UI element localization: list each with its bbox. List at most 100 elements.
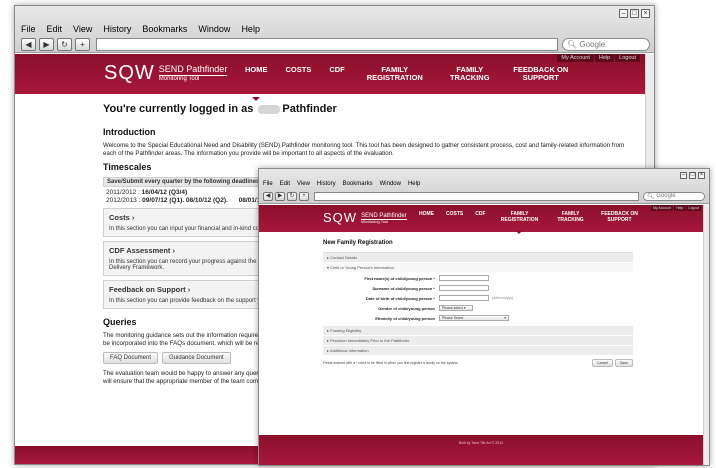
browser-window-registration: – □ × File Edit View History Bookmarks W…: [258, 168, 710, 466]
section-child-information[interactable]: ▾ Child or Young Person's Information: [323, 263, 633, 273]
search-input[interactable]: 🔍︎ Google: [562, 37, 650, 51]
section-label: Provision Immediately Prior to the Pathf…: [330, 338, 410, 343]
nav-costs[interactable]: COSTS: [286, 65, 312, 83]
back-icon[interactable]: ◀: [263, 191, 273, 201]
gender-select[interactable]: Please select ▾: [439, 305, 473, 311]
close-icon[interactable]: ×: [698, 172, 705, 179]
site-logo[interactable]: SQW SEND Pathfinder Monitoring Tool: [323, 211, 407, 224]
close-icon[interactable]: ×: [641, 9, 650, 18]
scrollbar[interactable]: [703, 205, 709, 465]
cancel-button[interactable]: Cancel: [592, 359, 614, 367]
ethnicity-select[interactable]: Please Select ▾: [439, 315, 509, 321]
account-links: My Account Help Logout: [557, 54, 640, 62]
nav-family-tracking[interactable]: FAMILY TRACKING: [445, 65, 495, 83]
maximize-icon[interactable]: □: [630, 9, 639, 18]
registration-form: ▸ Contact Details ▾ Child or Young Perso…: [323, 252, 633, 367]
help-link[interactable]: Help: [594, 54, 615, 62]
logo-tagline: Monitoring Tool: [361, 219, 407, 224]
reload-icon[interactable]: ↻: [287, 191, 297, 201]
menu-history[interactable]: History: [103, 24, 131, 34]
forward-icon[interactable]: ▶: [39, 37, 54, 51]
nav-family-registration[interactable]: FAMILY REGISTRATION: [498, 211, 542, 234]
dob-label: Date of birth of child/young person *: [365, 295, 435, 301]
faq-document-button[interactable]: FAQ Document: [103, 352, 159, 364]
account-links: My Account Help Logout: [650, 205, 701, 211]
gender-value: Please select: [442, 306, 463, 310]
site-logo[interactable]: SQW SEND Pathfinder Monitoring Tool: [104, 63, 228, 83]
section-label: Child or Young Person's Information: [330, 265, 394, 270]
menu-bar: File Edit View History Bookmarks Window …: [21, 24, 260, 34]
site-header: My Account Help Logout SQW SEND Pathfind…: [259, 205, 709, 234]
menu-help[interactable]: Help: [241, 24, 260, 34]
nav-cdf[interactable]: CDF: [475, 211, 485, 223]
reload-icon[interactable]: ↻: [57, 37, 72, 51]
nav-home[interactable]: HOME: [419, 211, 434, 223]
menu-bookmarks[interactable]: Bookmarks: [343, 181, 373, 187]
required-note: Fields marked with a * need to be filled…: [323, 361, 458, 365]
section-contact-details[interactable]: ▸ Contact Details: [323, 253, 633, 263]
my-account-link[interactable]: My Account: [557, 54, 594, 62]
help-link[interactable]: Help: [674, 205, 686, 211]
menu-history[interactable]: History: [317, 181, 336, 187]
first-name-row: First name(s) of child/young person *: [323, 273, 633, 283]
minimize-icon[interactable]: –: [680, 172, 687, 179]
intro-heading: Introduction: [103, 127, 156, 137]
toolbar: ◀ ▶ ↻ + 🔍︎ Google: [263, 191, 705, 201]
menu-edit[interactable]: Edit: [280, 181, 290, 187]
save-button[interactable]: Save: [615, 359, 633, 367]
surname-input[interactable]: [439, 285, 489, 291]
menu-file[interactable]: File: [21, 24, 36, 34]
search-icon: 🔍︎: [567, 39, 578, 49]
back-icon[interactable]: ◀: [21, 37, 36, 51]
forward-icon[interactable]: ▶: [275, 191, 285, 201]
gender-label: Gender of child/young person: [378, 305, 435, 311]
maximize-icon[interactable]: □: [689, 172, 696, 179]
search-placeholder: Google: [656, 193, 676, 199]
page-title: New Family Registration: [323, 240, 393, 246]
nav-family-registration[interactable]: FAMILY REGISTRATION: [363, 65, 427, 83]
nav-feedback-on-support[interactable]: FEEDBACK ON SUPPORT: [600, 211, 640, 223]
nav-costs[interactable]: COSTS: [446, 211, 463, 223]
guidance-document-button[interactable]: Guidance Document: [162, 352, 231, 364]
menu-help[interactable]: Help: [408, 181, 420, 187]
redacted-name: [258, 104, 281, 114]
page-viewport: My Account Help Logout SQW SEND Pathfind…: [259, 205, 709, 465]
dob-input[interactable]: [439, 295, 489, 301]
welcome-post: Pathfinder: [282, 103, 337, 115]
first-name-label: First name(s) of child/young person *: [364, 275, 435, 281]
minimize-icon[interactable]: –: [619, 9, 628, 18]
nav-feedback-on-support[interactable]: FEEDBACK ON SUPPORT: [513, 65, 569, 83]
menu-bookmarks[interactable]: Bookmarks: [142, 24, 187, 34]
section-funding-eligibility[interactable]: ▸ Funding Eligibility: [323, 326, 633, 336]
dob-row: Date of birth of child/young person * (d…: [323, 293, 633, 303]
nav-family-tracking[interactable]: FAMILY TRACKING: [554, 211, 588, 223]
nav-home[interactable]: HOME: [245, 65, 268, 100]
ethnicity-label: Ethnicity of child/young person: [375, 315, 435, 321]
menu-window[interactable]: Window: [380, 181, 401, 187]
ethnicity-value: Please Select: [442, 316, 464, 320]
menu-edit[interactable]: Edit: [47, 24, 63, 34]
menu-bar: File Edit View History Bookmarks Window …: [263, 181, 420, 187]
browser-chrome: – □ × File Edit View History Bookmarks W…: [259, 169, 709, 204]
logout-link[interactable]: Logout: [686, 205, 701, 211]
first-name-input[interactable]: [439, 275, 489, 281]
welcome-heading: You're currently logged in as Pathfinder: [103, 103, 630, 115]
add-tab-icon[interactable]: +: [299, 191, 309, 201]
section-additional-information[interactable]: ▸ Additional Information: [323, 346, 633, 356]
nav-cdf[interactable]: CDF: [329, 65, 344, 83]
main-nav: HOME COSTS CDF FAMILY REGISTRATION FAMIL…: [419, 211, 652, 234]
search-input[interactable]: 🔍︎ Google: [643, 191, 705, 201]
menu-view[interactable]: View: [297, 181, 310, 187]
menu-file[interactable]: File: [263, 181, 273, 187]
logout-link[interactable]: Logout: [615, 54, 640, 62]
address-bar[interactable]: [96, 37, 558, 51]
surname-row: Surname of child/young person *: [323, 283, 633, 293]
add-tab-icon[interactable]: +: [75, 37, 90, 51]
intro-text: Welcome to the Special Educational Need …: [103, 142, 625, 157]
my-account-link[interactable]: My Account: [650, 205, 674, 211]
section-provision[interactable]: ▸ Provision Immediately Prior to the Pat…: [323, 336, 633, 346]
address-bar[interactable]: [314, 191, 639, 201]
ts-value: 09/07/12 (Q1).: [142, 197, 185, 204]
menu-view[interactable]: View: [73, 24, 92, 34]
menu-window[interactable]: Window: [198, 24, 230, 34]
